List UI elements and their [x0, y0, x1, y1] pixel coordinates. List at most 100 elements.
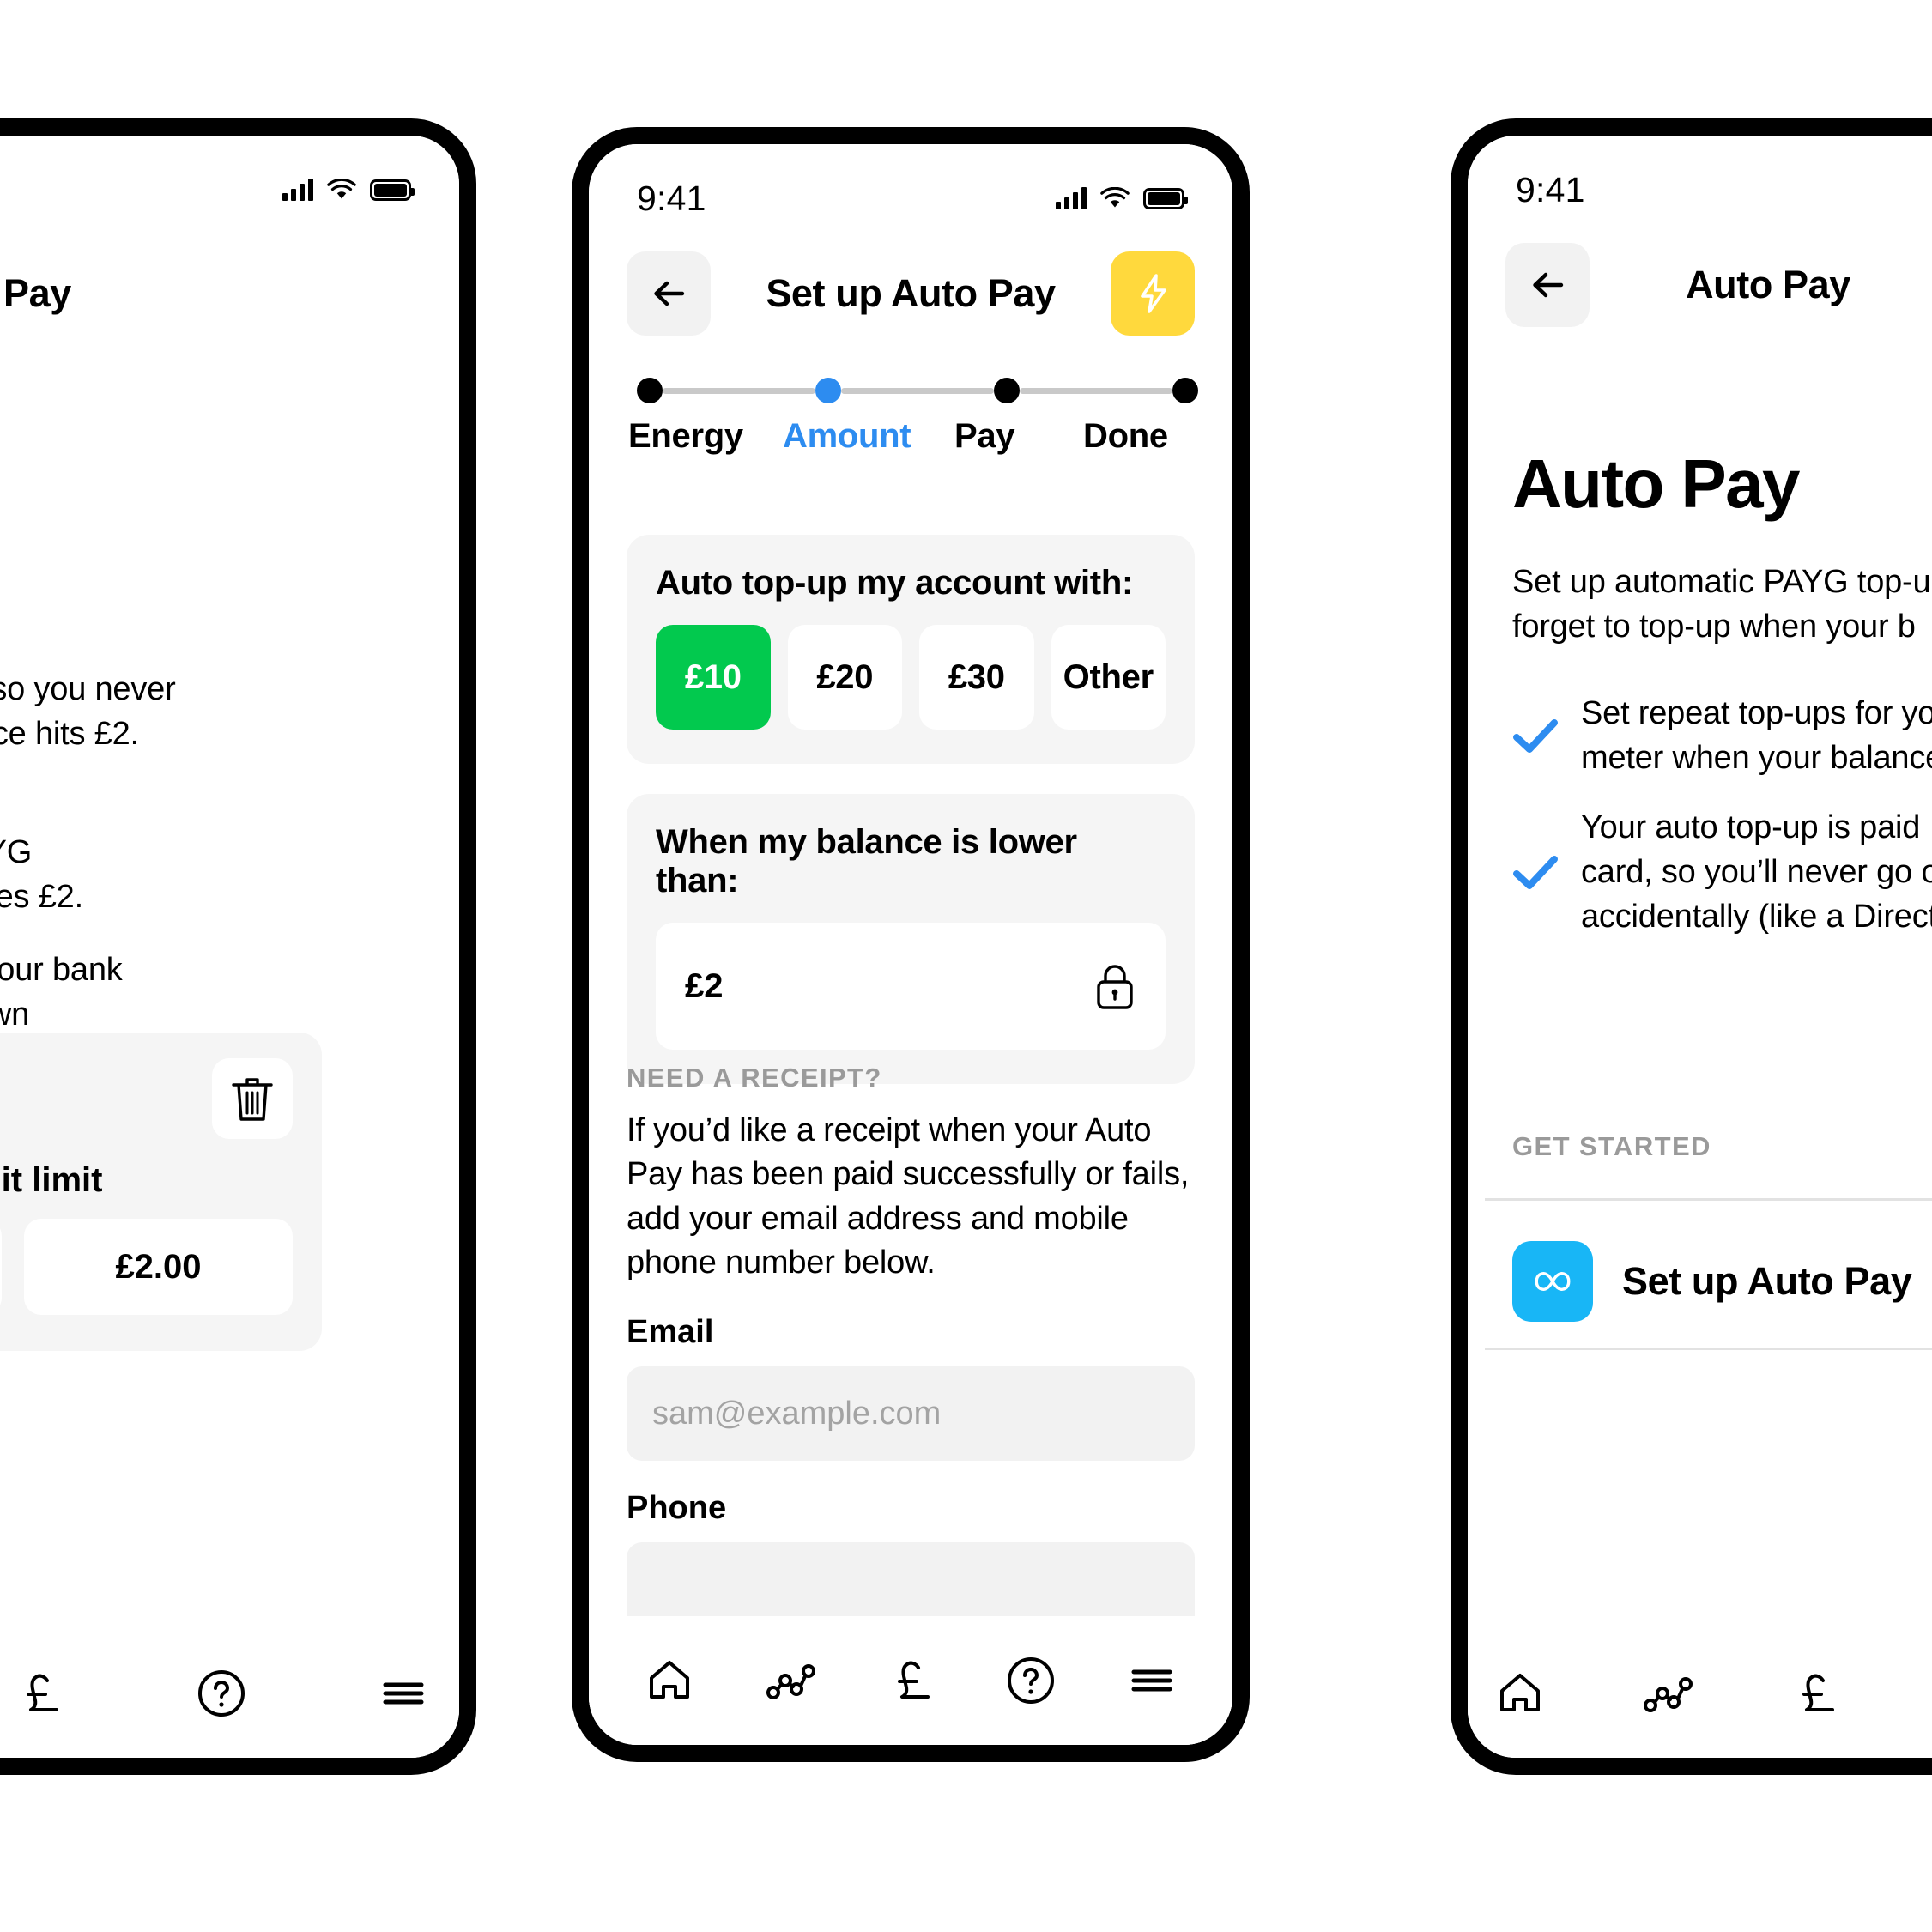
- phone-left: Auto Pay c PAYG top-ups so you never whe…: [0, 118, 476, 1775]
- tab-bar-right: [1468, 1629, 1932, 1758]
- step-label-energy: Energy: [628, 417, 743, 455]
- boost-button[interactable]: [1111, 251, 1195, 336]
- trash-icon[interactable]: [212, 1058, 293, 1139]
- email-input[interactable]: sam@example.com: [627, 1366, 1195, 1462]
- step-label-done: Done: [1083, 417, 1168, 455]
- divider: [1485, 1348, 1932, 1350]
- step-label-amount: Amount: [783, 417, 911, 455]
- progress-stepper: Energy Amount Pay Done: [628, 378, 1207, 456]
- stepper-track: [628, 378, 1207, 403]
- topup-amount-card: Auto top-up my account with: £10 £20 £30…: [627, 535, 1195, 764]
- amount-option[interactable]: £2.00: [24, 1219, 293, 1315]
- benefit-list: Set repeat top-ups for yo meter when you…: [1512, 692, 1932, 965]
- screen-right: 9:41 Auto Pay Auto Pay Set up automatic …: [1468, 136, 1932, 1758]
- amount-option-30[interactable]: £30: [919, 625, 1034, 730]
- divider: [1485, 1198, 1932, 1201]
- list-item-label: Set up Auto Pay: [1622, 1259, 1912, 1303]
- status-bar-center: 9:41: [589, 144, 1232, 227]
- credit-limit-card: Credit limit £2.00: [0, 1033, 322, 1351]
- tab-help[interactable]: [195, 1667, 248, 1720]
- step-dot-energy[interactable]: [637, 378, 663, 403]
- amount-option-20[interactable]: £20: [787, 625, 902, 730]
- tab-help[interactable]: [1004, 1654, 1057, 1707]
- stepper-labels: Energy Amount Pay Done: [628, 417, 1207, 456]
- step-dot-done[interactable]: [1172, 378, 1198, 403]
- status-icons: [1056, 187, 1188, 209]
- tab-pound[interactable]: [13, 1667, 66, 1720]
- tab-home[interactable]: [643, 1654, 696, 1707]
- tab-menu[interactable]: [1125, 1654, 1178, 1707]
- status-bar-left: [0, 136, 459, 218]
- status-bar-right: 9:41: [1468, 136, 1932, 218]
- signal-bars-icon: [282, 179, 313, 201]
- lightning-bolt-icon: [1141, 274, 1166, 313]
- benefit-text: Set repeat top-ups for yo meter when you…: [1581, 695, 1932, 776]
- battery-icon: [370, 179, 415, 201]
- signal-bars-icon: [1056, 187, 1087, 209]
- arrow-left-icon: [1533, 272, 1564, 298]
- credit-limit-label: Credit limit: [0, 1161, 103, 1199]
- benefit-item: Set repeat top-ups for yo meter when you…: [1512, 692, 1932, 780]
- step-label-pay: Pay: [954, 417, 1015, 455]
- amount-option-other[interactable]: Other: [1051, 625, 1166, 730]
- tab-usage[interactable]: [764, 1654, 817, 1707]
- stepper-line: [663, 387, 815, 394]
- status-icons: [282, 179, 415, 201]
- benefit-item: Your auto top-up is paid card, so you’ll…: [1512, 806, 1932, 939]
- email-label: Email: [627, 1314, 714, 1351]
- receipt-eyebrow: NEED A RECEIPT?: [627, 1063, 882, 1093]
- stepper-line: [841, 387, 994, 394]
- page-title-left: Auto Pay: [0, 271, 71, 315]
- status-time: 9:41: [1516, 169, 1585, 209]
- heading-auto-pay: Auto Pay: [1512, 445, 1801, 522]
- nav-bar-right: Auto Pay: [1468, 237, 1932, 333]
- stepper-line: [1020, 387, 1172, 394]
- back-button[interactable]: [627, 251, 711, 336]
- threshold-value: £2: [685, 966, 724, 1005]
- nav-bar-center: Set up Auto Pay: [589, 245, 1232, 342]
- balance-threshold-card: When my balance is lower than: £2: [627, 794, 1195, 1084]
- list-item-set-up-auto-pay[interactable]: Set up Auto Pay: [1512, 1217, 1932, 1346]
- screen-center: 9:41 Set up Auto Pay Energy Amount Pay D…: [589, 144, 1232, 1745]
- infinity-icon: [1512, 1241, 1593, 1322]
- arrow-left-icon: [654, 281, 685, 306]
- benefit-text: Your auto top-up is paid card, so you’ll…: [1581, 809, 1932, 935]
- tab-home[interactable]: [1493, 1667, 1547, 1720]
- section-label-get-started: GET STARTED: [1512, 1131, 1711, 1161]
- phone-right: 9:41 Auto Pay Auto Pay Set up automatic …: [1451, 118, 1932, 1775]
- intro-paragraph-left: c PAYG top-ups so you never when your ba…: [0, 671, 176, 752]
- wifi-icon: [327, 179, 356, 201]
- tab-pound[interactable]: [884, 1654, 937, 1707]
- bullet-item: op-ups for your PAYG your balance reache…: [0, 834, 83, 915]
- wifi-icon: [1100, 187, 1130, 209]
- phone-center: 9:41 Set up Auto Pay Energy Amount Pay D…: [572, 127, 1250, 1762]
- check-icon: [1513, 855, 1558, 889]
- threshold-input[interactable]: £2: [656, 923, 1166, 1050]
- screenshot-stage: Auto Pay c PAYG top-ups so you never whe…: [0, 0, 1932, 1932]
- check-icon: [1513, 718, 1558, 753]
- amount-option[interactable]: [0, 1219, 2, 1315]
- status-time: 9:41: [637, 178, 706, 218]
- battery-icon: [1143, 187, 1188, 209]
- screen-left: Auto Pay c PAYG top-ups so you never whe…: [0, 136, 459, 1758]
- tab-bar-left: [0, 1629, 459, 1758]
- topup-card-title: Auto top-up my account with:: [656, 564, 1133, 602]
- threshold-card-title: When my balance is lower than:: [656, 823, 1077, 899]
- step-dot-amount[interactable]: [815, 378, 841, 403]
- intro-paragraph-right: Set up automatic PAYG top-u forget to to…: [1512, 564, 1931, 645]
- phone-label: Phone: [627, 1490, 727, 1527]
- tab-pound[interactable]: [1789, 1667, 1842, 1720]
- amount-option-10[interactable]: £10: [656, 625, 771, 730]
- step-dot-pay[interactable]: [994, 378, 1020, 403]
- receipt-section: NEED A RECEIPT? If you’d like a receipt …: [627, 1063, 1195, 1638]
- tab-usage[interactable]: [1641, 1667, 1694, 1720]
- lock-icon: [1097, 965, 1133, 1009]
- tab-bar-center: [589, 1616, 1232, 1745]
- tab-menu[interactable]: [377, 1667, 430, 1720]
- page-title-center: Set up Auto Pay: [766, 271, 1056, 315]
- back-button[interactable]: [1505, 243, 1590, 327]
- page-title-right: Auto Pay: [1686, 263, 1850, 306]
- amount-options: £10 £20 £30 Other: [656, 625, 1166, 730]
- receipt-body: If you’d like a receipt when your Auto P…: [627, 1112, 1190, 1281]
- credit-limit-amounts: £2.00: [0, 1219, 293, 1315]
